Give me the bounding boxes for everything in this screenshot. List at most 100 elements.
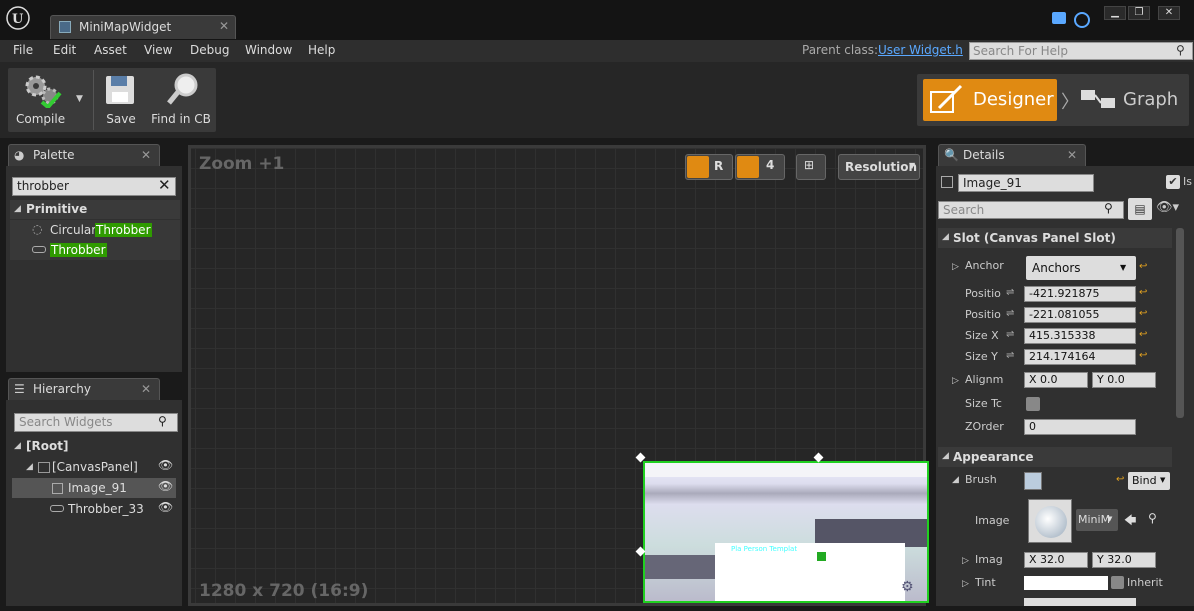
details-scrollbar[interactable]: [1176, 228, 1184, 418]
collapse-arrow-icon[interactable]: ◢: [952, 475, 959, 485]
close-tab-icon[interactable]: ✕: [219, 19, 229, 33]
image-asset-dropdown[interactable]: MiniM ▼: [1076, 509, 1118, 531]
menu-help[interactable]: Help: [308, 43, 335, 57]
resolution-dropdown[interactable]: Resolution ▼: [838, 154, 920, 180]
browse-icon[interactable]: ⚲: [1148, 511, 1157, 525]
bind-icon[interactable]: ⇌: [1006, 287, 1014, 298]
unreal-logo-icon[interactable]: U: [6, 6, 30, 30]
hierarchy-panel: Search Widgets ⚲ ◢ [Root] ◢ [CanvasPanel…: [6, 400, 182, 606]
menu-file[interactable]: File: [13, 43, 33, 57]
bind-icon[interactable]: ⇌: [1006, 329, 1014, 340]
compile-button[interactable]: Compile: [8, 68, 78, 132]
is-variable-label: Is: [1183, 175, 1192, 188]
menu-debug[interactable]: Debug: [190, 43, 229, 57]
palette-search-input[interactable]: throbber: [12, 177, 176, 196]
feedback-icon[interactable]: [1052, 12, 1066, 24]
size-x-field[interactable]: 415.315338: [1024, 328, 1136, 344]
selected-image-widget[interactable]: Pla Person Templat ⚙: [643, 461, 929, 603]
find-in-cb-button[interactable]: Find in CB: [150, 68, 212, 132]
bind-icon[interactable]: ⇌: [1006, 350, 1014, 361]
menu-asset[interactable]: Asset: [94, 43, 127, 57]
widget-name-input[interactable]: Image_91: [958, 174, 1094, 192]
details-tab[interactable]: 🔍 Details ✕: [938, 144, 1086, 166]
slot-section-header[interactable]: ◢ Slot (Canvas Panel Slot): [938, 228, 1172, 248]
minimize-button[interactable]: ▁: [1104, 6, 1126, 20]
hierarchy-search-input[interactable]: Search Widgets: [14, 413, 178, 432]
palette-tab[interactable]: ◕ Palette ✕: [8, 144, 160, 166]
palette-item-circular-throbber[interactable]: ◌ Circular Throbber: [10, 220, 180, 240]
reset-icon[interactable]: ↩: [1139, 261, 1147, 272]
bind-icon[interactable]: ⇌: [1006, 308, 1014, 319]
palette-category-primitive[interactable]: ◢ Primitive: [10, 200, 180, 219]
anchors-dropdown[interactable]: Anchors ▼: [1026, 256, 1136, 280]
clear-search-icon[interactable]: ✕: [158, 176, 171, 194]
size-to-content-checkbox[interactable]: [1026, 397, 1040, 411]
position-y-field[interactable]: -221.081055: [1024, 307, 1136, 323]
alignment-x-field[interactable]: X 0.0: [1024, 372, 1088, 388]
tint-color-swatch[interactable]: [1024, 576, 1108, 590]
reset-icon[interactable]: ↩: [1116, 474, 1124, 485]
close-window-button[interactable]: ✕: [1158, 6, 1180, 20]
expand-arrow-icon[interactable]: ▷: [962, 579, 969, 589]
zoom-to-fit-button[interactable]: ⊞: [796, 154, 826, 180]
close-palette-icon[interactable]: ✕: [141, 148, 151, 162]
source-control-icon[interactable]: [1074, 12, 1090, 28]
image-size-x-field[interactable]: X 32.0: [1024, 552, 1088, 568]
details-search-input[interactable]: Search: [938, 201, 1124, 219]
bind-dropdown-label: Bind: [1132, 474, 1157, 487]
expand-arrow-icon[interactable]: ▷: [962, 556, 969, 566]
image-size-y-field[interactable]: Y 32.0: [1092, 552, 1156, 568]
reset-icon[interactable]: ↩: [1139, 350, 1147, 361]
menu-edit[interactable]: Edit: [53, 43, 76, 57]
canvas-panel-icon: [38, 462, 50, 473]
sphere-thumbnail-icon: [1035, 506, 1067, 538]
position-x-field[interactable]: -421.921875: [1024, 286, 1136, 302]
visibility-eye-icon[interactable]: 👁: [158, 458, 173, 472]
compile-options-dropdown[interactable]: ▼: [76, 94, 83, 104]
image-thumbnail[interactable]: [1028, 499, 1072, 543]
size-y-field[interactable]: 214.174164: [1024, 349, 1136, 365]
hierarchy-tab[interactable]: ☰ Hierarchy ✕: [8, 378, 160, 400]
tree-item-root[interactable]: ◢ [Root]: [12, 436, 176, 456]
tree-item-throbber[interactable]: Throbber_33 👁: [12, 499, 176, 519]
image-size-row: ▷ Imag X 32.0 Y 32.0: [936, 550, 1172, 571]
is-variable-checkbox[interactable]: ✔: [1166, 175, 1180, 189]
palette-item-throbber[interactable]: Throbber: [10, 240, 180, 260]
help-search-input[interactable]: Search For Help: [969, 42, 1193, 60]
tree-item-image[interactable]: Image_91 👁: [12, 478, 176, 498]
menu-view[interactable]: View: [144, 43, 172, 57]
menu-window[interactable]: Window: [245, 43, 292, 57]
respect-locks-toggle[interactable]: R: [685, 154, 733, 180]
grid-snap-toggle[interactable]: 4: [735, 154, 785, 180]
size-x-row: Size X ⇌ 415.315338 ↩: [936, 326, 1172, 347]
grid-size-value[interactable]: 4: [766, 158, 774, 172]
inherit-checkbox[interactable]: [1111, 576, 1124, 589]
tree-item-canvaspanel[interactable]: ◢ [CanvasPanel] 👁: [12, 457, 176, 477]
maximize-button[interactable]: ❐: [1128, 6, 1150, 20]
parent-class-link[interactable]: User Widget.h: [878, 43, 963, 57]
zorder-field[interactable]: 0: [1024, 419, 1136, 435]
alignment-y-field[interactable]: Y 0.0: [1092, 372, 1156, 388]
bind-dropdown[interactable]: Bind ▼: [1128, 472, 1170, 490]
expand-arrow-icon[interactable]: ▷: [952, 376, 959, 386]
close-hierarchy-icon[interactable]: ✕: [141, 382, 151, 396]
appearance-section-header[interactable]: ◢ Appearance: [938, 447, 1172, 467]
use-selected-arrow-icon[interactable]: 🡄: [1124, 511, 1136, 532]
visibility-eye-icon[interactable]: 👁: [158, 500, 173, 514]
throbber-icon: [32, 246, 46, 253]
designer-viewport[interactable]: Zoom +1 R 4 ⊞ Resolution ▼ Pla Person Te…: [188, 145, 929, 606]
reset-icon[interactable]: ↩: [1139, 287, 1147, 298]
reset-icon[interactable]: ↩: [1139, 329, 1147, 340]
document-tab[interactable]: MiniMapWidget ✕: [50, 15, 236, 39]
expand-arrow-icon[interactable]: ▷: [952, 262, 959, 272]
visibility-eye-icon[interactable]: 👁▾: [1156, 200, 1179, 215]
property-matrix-icon[interactable]: ▤: [1128, 198, 1152, 220]
mode-chevron-icon: 〉: [1061, 92, 1079, 113]
save-button[interactable]: Save: [100, 68, 142, 132]
close-details-icon[interactable]: ✕: [1067, 148, 1077, 162]
gear-icon: ⚙: [901, 579, 914, 595]
designer-mode-button[interactable]: Designer: [923, 79, 1057, 121]
visibility-eye-icon[interactable]: 👁: [158, 479, 173, 493]
reset-icon[interactable]: ↩: [1139, 308, 1147, 319]
throbber-icon: [50, 505, 64, 512]
